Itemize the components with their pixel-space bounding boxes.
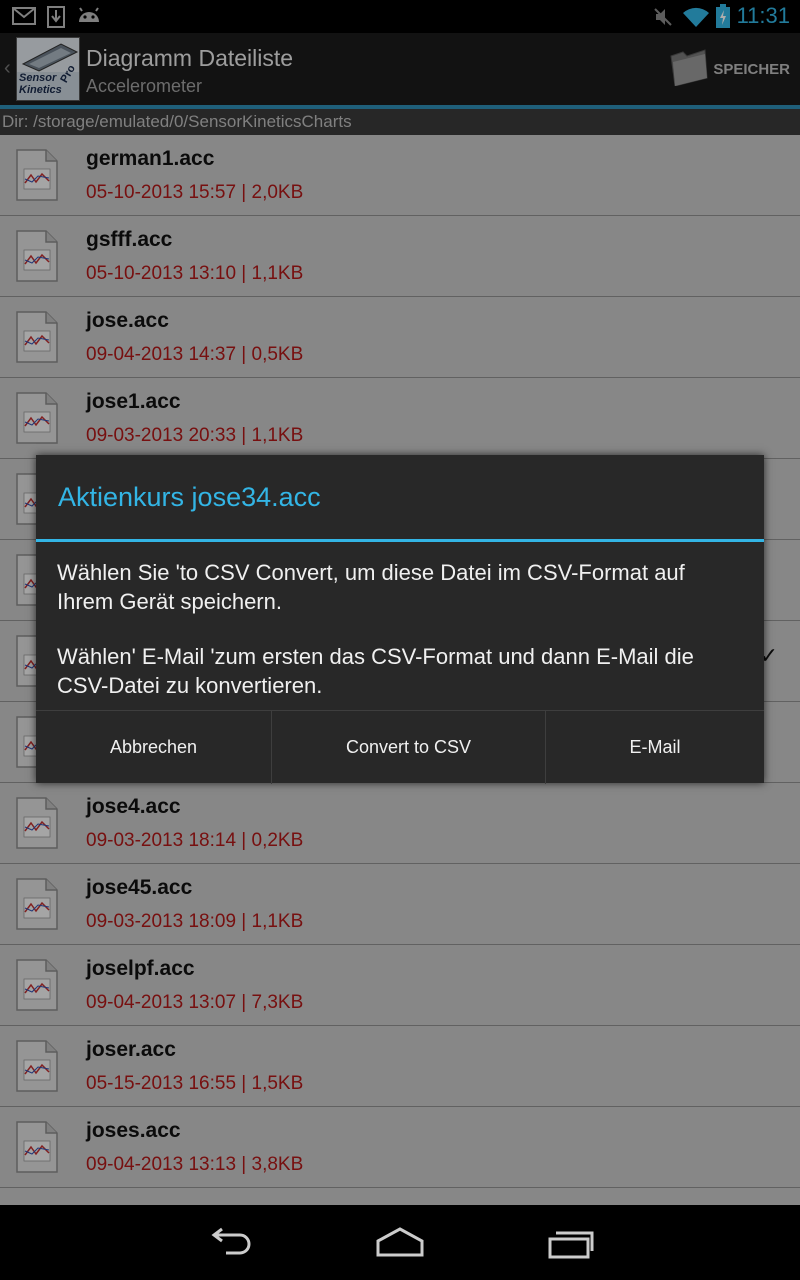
dialog-title-divider — [36, 539, 764, 542]
email-button[interactable]: E-Mail — [545, 711, 764, 784]
cancel-button[interactable]: Abbrechen — [36, 711, 271, 784]
dialog-button-bar: Abbrechen Convert to CSV E-Mail — [36, 710, 764, 784]
dialog-message: Wählen Sie 'to CSV Convert, um diese Dat… — [57, 558, 747, 700]
file-action-dialog: Aktienkurs jose34.acc Wählen Sie 'to CSV… — [36, 455, 764, 784]
dialog-message-email: Wählen' E-Mail 'zum ersten das CSV-Forma… — [57, 644, 694, 698]
dialog-title: Aktienkurs jose34.acc — [58, 482, 321, 512]
dialog-message-csv: Wählen Sie 'to CSV Convert, um diese Dat… — [57, 560, 685, 614]
navigation-bar — [0, 1205, 800, 1280]
convert-to-csv-button[interactable]: Convert to CSV — [271, 711, 545, 784]
recent-apps-icon[interactable] — [546, 1227, 596, 1264]
home-icon[interactable] — [374, 1227, 426, 1264]
back-icon[interactable] — [206, 1227, 254, 1264]
